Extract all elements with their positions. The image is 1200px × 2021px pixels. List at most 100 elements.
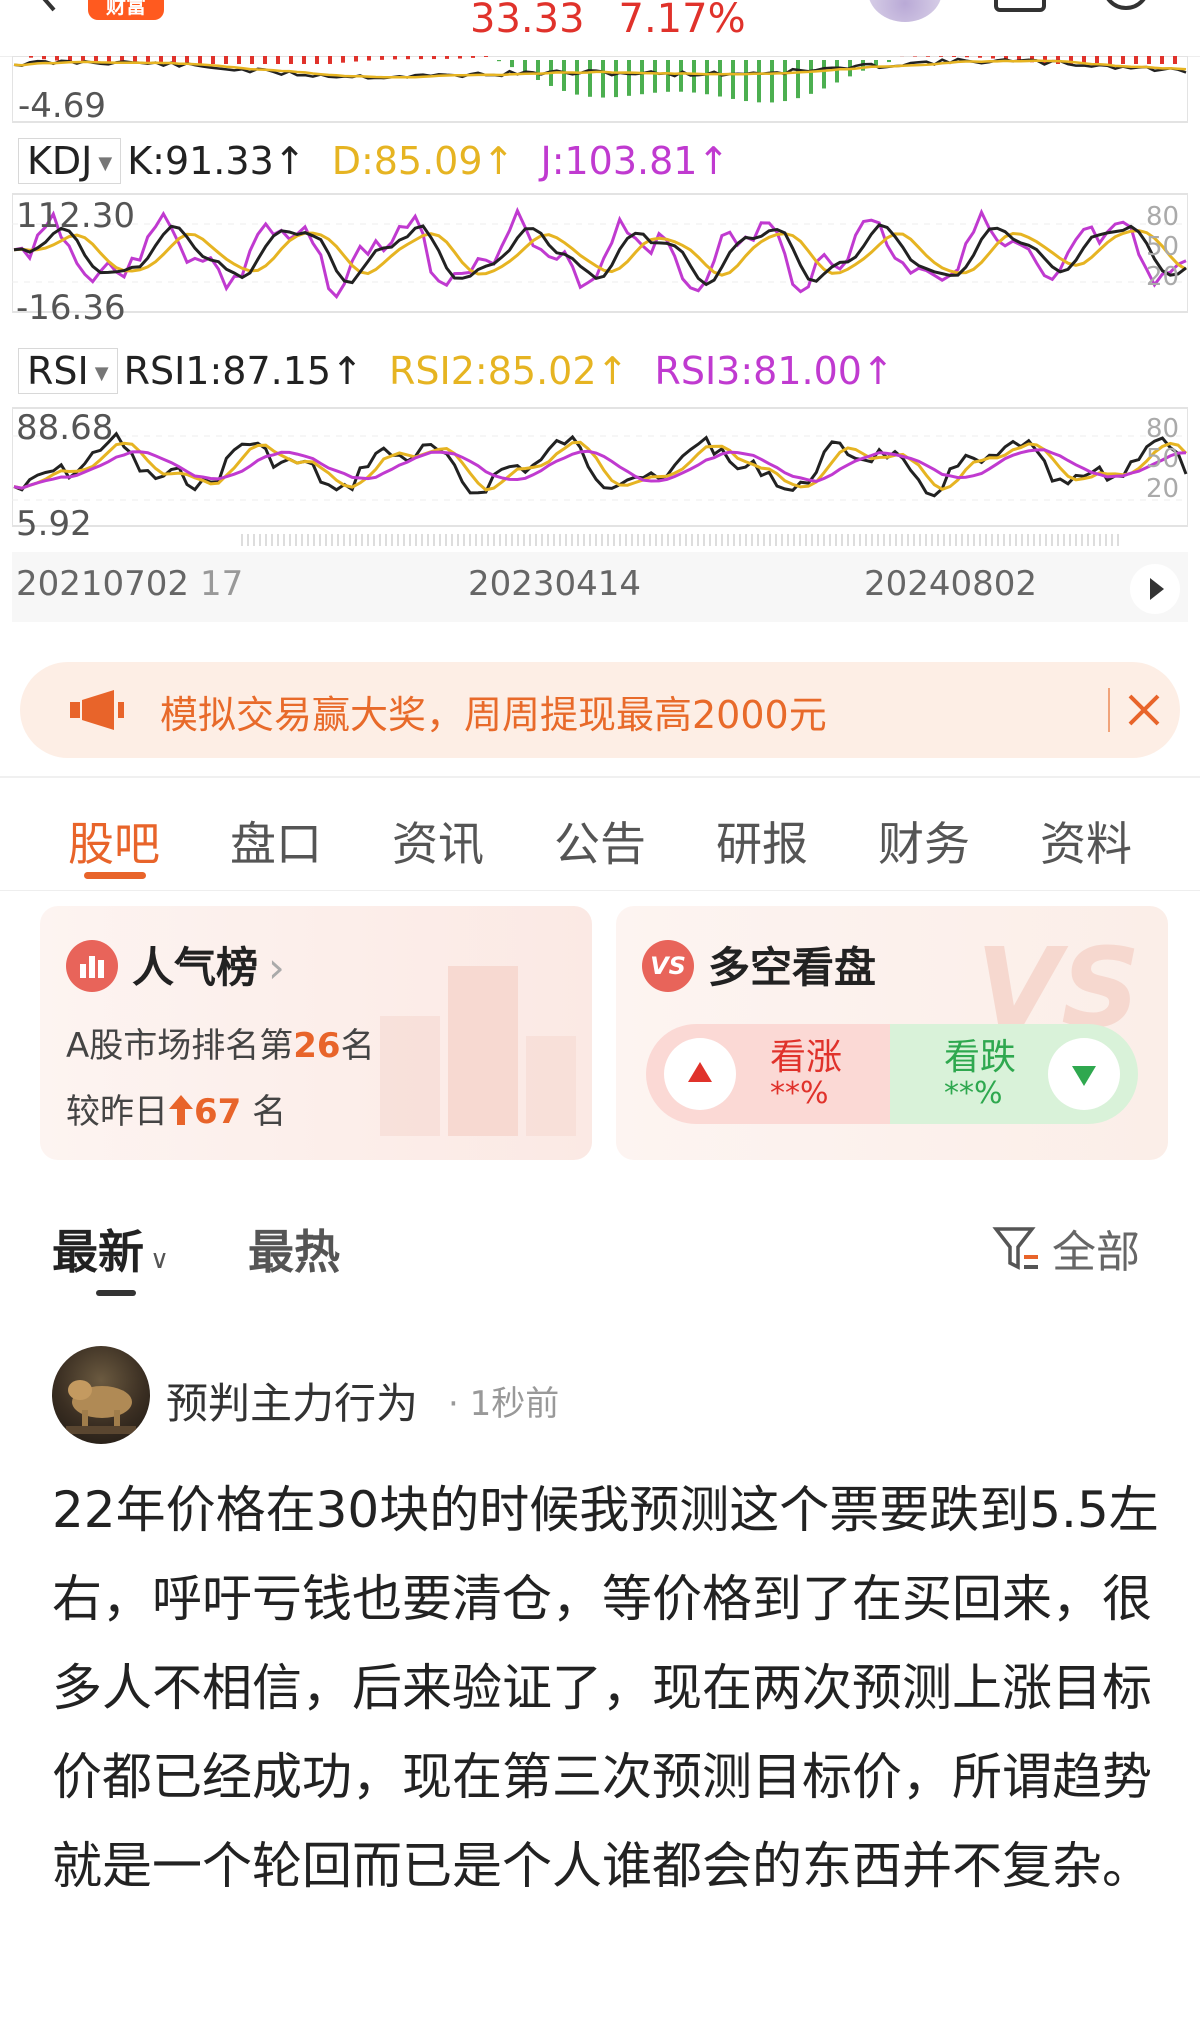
- bearish-circle: [1048, 1038, 1120, 1110]
- rsi-50-label: 50: [1146, 444, 1180, 474]
- user-avatar[interactable]: [868, 0, 942, 22]
- macd-bar: [562, 60, 566, 91]
- rsi3-value: RSI3:81.00↑: [654, 349, 894, 393]
- popularity-title: 人气榜 ›: [132, 943, 285, 992]
- chevron-down-icon: ▼: [98, 153, 113, 174]
- kdj-panel-frame: [12, 193, 1188, 313]
- macd-bar: [263, 56, 267, 64]
- rsi-20-label: 20: [1146, 474, 1180, 504]
- feed-tab-hot[interactable]: 最热: [248, 1216, 340, 1282]
- tab-announcements[interactable]: 公告: [554, 808, 646, 874]
- section-divider: [0, 776, 1200, 778]
- macd-bar: [445, 56, 449, 59]
- rank-change-number: 67: [194, 1092, 242, 1132]
- macd-bar: [510, 60, 514, 68]
- bullish-percent: **%: [770, 1076, 829, 1111]
- macd-bar: [978, 56, 982, 58]
- decorative-podium: [380, 966, 576, 1136]
- feed-tab-latest[interactable]: 最新 ∨: [52, 1216, 169, 1282]
- macd-bar: [770, 60, 774, 103]
- macd-bar: [653, 60, 657, 93]
- close-icon[interactable]: [1124, 690, 1164, 730]
- rank-change-line: 较昨日 67 名: [66, 1092, 287, 1132]
- macd-bar: [731, 60, 735, 99]
- post-content[interactable]: 22年价格在30块的时候我预测这个票要跌到5.5左右，呼吁亏钱也要清仓，等价格到…: [52, 1466, 1162, 1911]
- macd-bar: [497, 60, 501, 62]
- macd-bar: [835, 60, 839, 83]
- kdj-k-value: K:91.33↑: [127, 139, 306, 183]
- macd-bar: [315, 56, 319, 64]
- date-label-partial: 17: [200, 564, 244, 604]
- rank-number: 26: [293, 1026, 341, 1066]
- macd-bar: [29, 56, 33, 58]
- macd-bar: [588, 60, 592, 97]
- kdj-selector[interactable]: KDJ ▼: [18, 138, 122, 184]
- kdj-50-label: 50: [1146, 232, 1180, 262]
- scroll-right-button[interactable]: [1130, 564, 1180, 614]
- vote-bar: 看涨 **% 看跌 **%: [646, 1024, 1138, 1124]
- brand-badge: 财富: [88, 0, 164, 20]
- macd-bar: [991, 56, 995, 59]
- popularity-card[interactable]: 人气榜 › A股市场排名第26名 较昨日 67 名: [40, 906, 592, 1160]
- macd-bar: [328, 56, 332, 64]
- macd-bar: [406, 56, 410, 60]
- macd-bar: [679, 60, 683, 92]
- author-name[interactable]: 预判主力行为: [166, 1370, 418, 1431]
- tab-news[interactable]: 资讯: [392, 808, 484, 874]
- kdj-d-value: D:85.09↑: [331, 139, 515, 183]
- filter-icon: [992, 1227, 1038, 1270]
- macd-bar: [783, 60, 787, 102]
- author-avatar[interactable]: [52, 1346, 150, 1444]
- bearish-percent: **%: [944, 1076, 1003, 1111]
- arrow-up-icon: [169, 1095, 193, 1125]
- sentiment-card: VS 多空看盘 VS 看涨 **% 看跌 **%: [616, 906, 1168, 1160]
- macd-bar: [276, 56, 280, 64]
- macd-bar: [913, 56, 917, 57]
- macd-bar: [42, 56, 46, 60]
- macd-bar: [224, 56, 228, 64]
- promo-banner[interactable]: 模拟交易赢大奖，周周提现最高2000元: [20, 662, 1180, 758]
- indicator-charts[interactable]: -4.69 KDJ ▼ K:91.33↑ D:85.09↑ J:103.81↑ 11…: [12, 56, 1188, 644]
- price-quote: 33.33 7.17%: [470, 0, 780, 42]
- macd-bar: [822, 60, 826, 89]
- macd-bar: [809, 60, 813, 94]
- rsi-selector[interactable]: RSI ▼: [18, 348, 118, 394]
- bearish-button[interactable]: 看跌 **%: [890, 1024, 1138, 1124]
- search-icon[interactable]: [1100, 0, 1160, 16]
- date-label-mid: 20230414: [468, 564, 642, 604]
- macd-bar: [159, 56, 163, 63]
- bullish-button[interactable]: 看涨 **%: [646, 1024, 896, 1124]
- macd-bar: [575, 60, 579, 95]
- macd-bar: [341, 56, 345, 63]
- tab-finance[interactable]: 财务: [878, 808, 970, 874]
- macd-panel-frame: [12, 56, 1188, 123]
- macd-bar: [172, 56, 176, 63]
- macd-bar: [705, 60, 709, 95]
- kdj-legend: KDJ ▼ K:91.33↑ D:85.09↑ J:103.81↑: [18, 138, 729, 184]
- macd-bar: [796, 60, 800, 99]
- sentiment-title: 多空看盘: [708, 943, 877, 992]
- chevron-down-icon: ∨: [150, 1245, 170, 1275]
- macd-bar: [250, 56, 254, 64]
- tab-guba[interactable]: 股吧: [68, 808, 160, 874]
- stock-tabs: 股吧 盘口 资讯 公告 研报 财务 资料: [0, 790, 1200, 891]
- macd-histogram: [29, 56, 1177, 103]
- tab-pankou[interactable]: 盘口: [230, 808, 322, 874]
- feed-tab-indicator: [96, 1290, 136, 1296]
- macd-bar: [1160, 56, 1164, 64]
- feed-filter[interactable]: 全部: [992, 1216, 1140, 1280]
- macd-bar: [458, 56, 462, 59]
- back-arrow-icon[interactable]: [28, 0, 68, 14]
- time-axis-ticks: [241, 534, 1119, 546]
- ranking-chart-icon: [66, 940, 118, 992]
- macd-bar: [1134, 56, 1138, 64]
- tab-profile[interactable]: 资料: [1040, 808, 1132, 874]
- message-icon[interactable]: [992, 0, 1048, 14]
- chevron-down-icon: ▼: [94, 363, 109, 384]
- macd-bar: [939, 56, 943, 57]
- macd-bar: [601, 60, 605, 98]
- tab-research[interactable]: 研报: [716, 808, 808, 874]
- macd-bar: [354, 56, 358, 62]
- macd-bar: [666, 60, 670, 92]
- macd-bar: [744, 60, 748, 102]
